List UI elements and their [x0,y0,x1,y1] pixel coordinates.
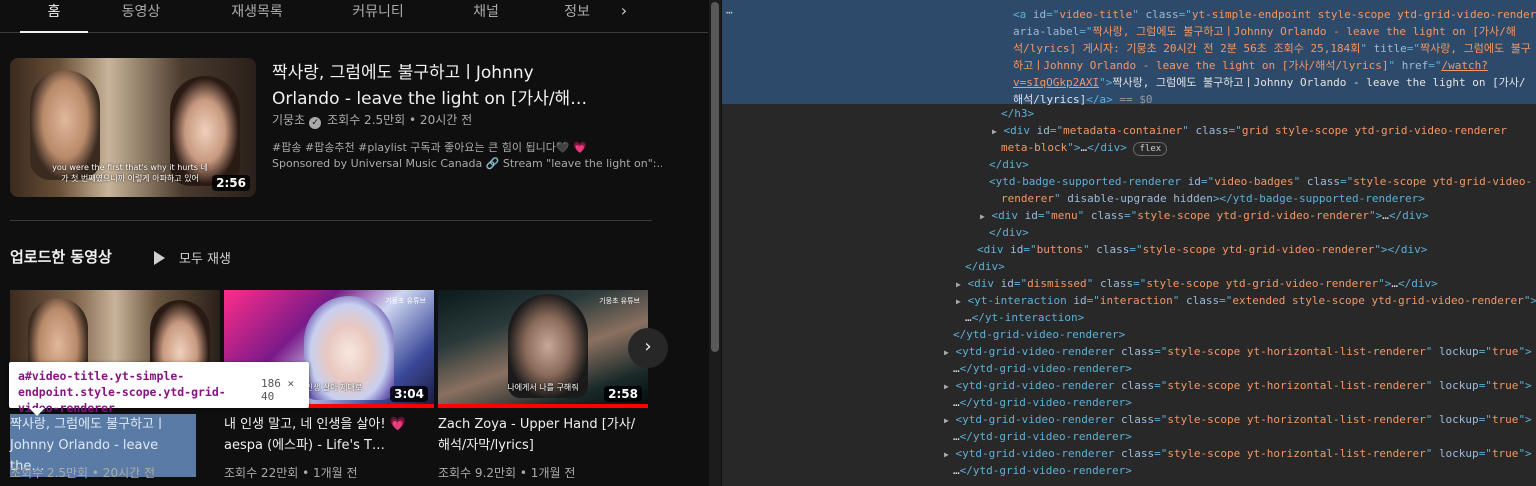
tab-playlists[interactable]: 재생목록 [214,0,300,33]
duration-badge: 3:04 [390,386,428,402]
dom-line[interactable]: ▶ <yt-interaction id="interaction" class… [956,292,1536,310]
dom-line[interactable]: …</ytd-grid-video-renderer> [953,462,1132,479]
youtube-channel-page: 홈 동영상 재생목록 커뮤니티 채널 정보 › you were the fir… [0,0,708,486]
channel-watermark: 기뭉초 유튜브 [385,297,426,305]
tooltip-selector: a#video-title.yt-simple-endpoint.style-s… [18,369,226,415]
expand-triangle-icon[interactable]: ▶ [956,280,961,289]
dom-line[interactable]: …</ytd-grid-video-renderer> [953,394,1132,411]
expand-triangle-icon[interactable]: ▶ [944,382,949,391]
dom-line[interactable]: </div> [989,156,1029,173]
duration-badge: 2:58 [604,386,642,402]
video-meta: 조회수 2.5만회 • 20시간 전 [327,113,473,127]
channel-tabs: 홈 동영상 재생목록 커뮤니티 채널 정보 › [0,0,708,33]
video-thumbnail[interactable]: 기뭉초 유튜브 나에게서 나를 구해줘 2:58 [438,290,648,408]
dom-line[interactable]: <a id="video-title" class="yt-simple-end… [1013,6,1536,23]
dom-line[interactable]: </div> [965,258,1005,275]
featured-video-thumbnail[interactable]: you were the first that's why it hurts 네… [10,58,256,197]
dom-line[interactable]: ▶ <ytd-grid-video-renderer class="style-… [944,377,1532,395]
scrollbar-thumb[interactable] [711,2,719,352]
flex-badge[interactable]: flex [1133,142,1168,156]
thumbnail-subtitle: you were the first that's why it hurts 네… [52,163,208,183]
featured-description: #팝송 #팝송추천 #playlist 구독과 좋아요는 큰 힘이 됩니다🖤 💗 [272,141,587,154]
dom-line[interactable]: ▶ <ytd-grid-video-renderer class="style-… [944,411,1532,429]
devtools-elements-panel: ⋯ <a id="video-title" class="yt-simple-e… [722,0,1536,486]
dom-line[interactable]: …</yt-interaction> [965,309,1084,326]
featured-channel-line: 기뭉초 ✓ 조회수 2.5만회 • 20시간 전 [272,111,472,129]
duration-badge: 2:56 [212,175,250,191]
channel-name[interactable]: 기뭉초 [272,113,305,127]
featured-description: Sponsored by Universal Music Canada 🔗 St… [272,157,662,170]
play-all-button[interactable]: 모두 재생 [154,248,231,267]
expand-triangle-icon[interactable]: ▶ [992,127,997,136]
video-meta: 조회수 22만회 • 1개월 전 [224,466,358,480]
video-title[interactable]: 내 인생 말고, 네 인생을 살아! 💗 aespa (에스파) - Life'… [224,414,430,456]
dom-line[interactable]: </div> [989,224,1029,241]
more-icon[interactable]: ⋯ [726,6,733,19]
expand-triangle-icon[interactable]: ▶ [944,416,949,425]
inspect-tooltip: a#video-title.yt-simple-endpoint.style-s… [9,362,309,416]
expand-triangle-icon[interactable]: ▶ [944,450,949,459]
check-icon: ✓ [309,117,322,129]
channel-watermark: 기뭉초 유튜브 [599,297,640,305]
tooltip-size: 186 × 40 [261,377,295,403]
tab-videos[interactable]: 동영상 [104,0,178,33]
tab-channels[interactable]: 채널 [458,0,514,33]
expand-triangle-icon[interactable]: ▶ [944,348,949,357]
video-meta: 조회수 2.5만회 • 20시간 전 [10,466,156,480]
tab-community[interactable]: 커뮤니티 [334,0,422,33]
dom-line[interactable]: </h3> [1001,105,1034,122]
dom-line[interactable]: </ytd-grid-video-renderer> [953,326,1125,343]
video-meta: 조회수 9.2만회 • 1개월 전 [438,466,576,480]
console-ref: == $0 [1119,93,1153,106]
dom-line[interactable]: ▶ <div id="metadata-container" class="gr… [992,122,1507,140]
play-all-label: 모두 재생 [179,252,231,267]
video-title[interactable]: Zach Zoya - Upper Hand [가사/해석/자막/lyrics] [438,414,644,456]
dom-line[interactable]: …</ytd-grid-video-renderer> [953,360,1132,377]
dom-line[interactable]: <ytd-badge-supported-renderer id="video-… [989,173,1532,190]
attr-class: yt-simple-endpoint style-scope ytd-grid-… [1191,8,1536,21]
dom-line[interactable]: ▶ <ytd-grid-video-renderer class="style-… [944,445,1532,463]
dom-line[interactable]: ▶ <div id="dismissed" class="style-scope… [956,275,1438,293]
dom-line[interactable]: aria-label="짝사랑, 그럼에도 불구하고ㅣJohnny Orland… [1013,23,1533,108]
section-divider [10,220,652,221]
page-scrollbar[interactable] [709,0,721,486]
expand-triangle-icon[interactable]: ▶ [956,297,961,306]
dom-line[interactable]: <div id="buttons" class="style-scope ytd… [977,241,1427,258]
dom-line[interactable]: ▶ <div id="menu" class="style-scope ytd-… [980,207,1429,225]
tooltip-arrow [29,408,45,416]
dom-line[interactable]: …</ytd-grid-video-renderer> [953,428,1132,445]
dom-line[interactable]: ▶ <ytd-grid-video-renderer class="style-… [944,343,1532,361]
section-title: 업로드한 동영상 [10,248,112,266]
dom-line[interactable]: renderer" disable-upgrade hidden></ytd-b… [1001,190,1425,207]
dom-line[interactable]: meta-block">…</div> flex [1001,139,1168,156]
watch-progress-bar [438,404,648,408]
attr-id: video-title [1059,8,1133,21]
tab-home[interactable]: 홈 [20,0,88,33]
featured-video-title[interactable]: 짝사랑, 그럼에도 불구하고ㅣJohnny Orlando - leave th… [272,60,602,112]
chevron-right-icon[interactable]: › [628,328,668,368]
expand-triangle-icon[interactable]: ▶ [980,212,985,221]
chevron-right-icon[interactable]: › [614,0,634,24]
play-icon [154,251,165,265]
tab-about[interactable]: 정보 [552,0,602,33]
